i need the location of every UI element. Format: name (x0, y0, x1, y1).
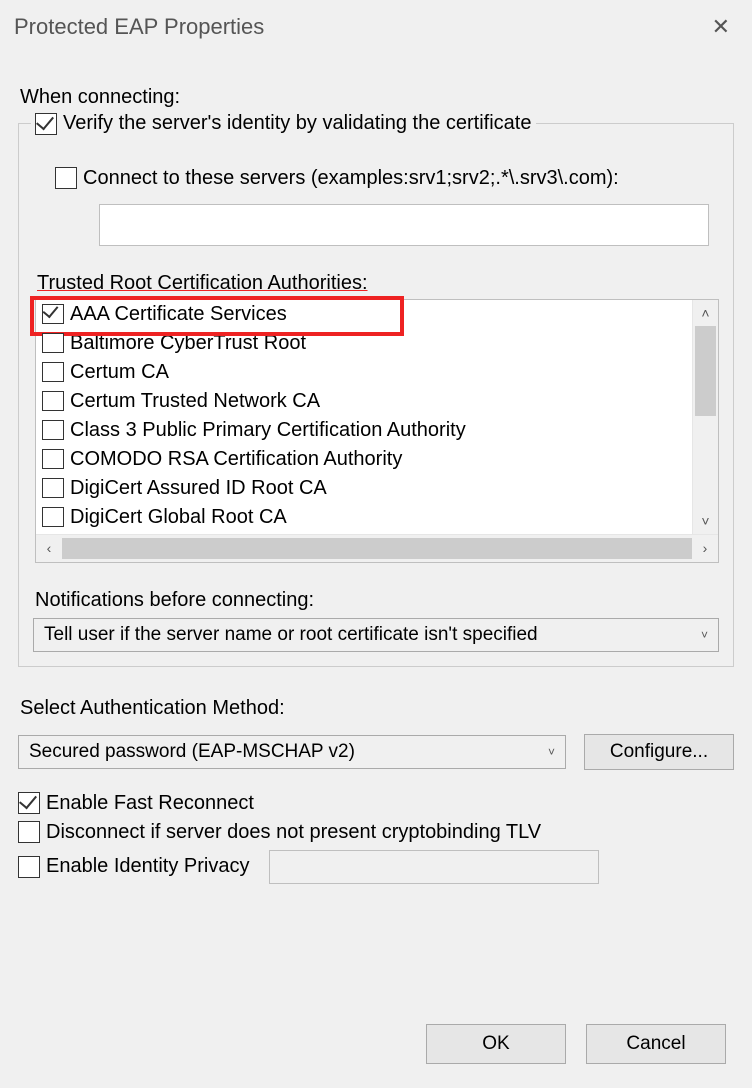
identity-privacy-row[interactable]: Enable Identity Privacy (18, 850, 734, 884)
cryptobinding-label: Disconnect if server does not present cr… (46, 821, 541, 844)
fast-reconnect-label: Enable Fast Reconnect (46, 792, 254, 815)
scroll-right-icon[interactable]: › (692, 535, 718, 562)
hscroll-thumb[interactable] (62, 538, 692, 559)
authority-item[interactable]: Certum CA (36, 358, 688, 387)
fast-reconnect-checkbox[interactable] (18, 792, 40, 814)
authority-label: Baltimore CyberTrust Root (70, 332, 306, 355)
options-group: Enable Fast Reconnect Disconnect if serv… (18, 792, 734, 884)
auth-method-dropdown[interactable]: Secured password (EAP-MSCHAP v2) ˅ (18, 735, 566, 769)
authority-item[interactable]: Baltimore CyberTrust Root (36, 329, 688, 358)
scroll-thumb[interactable] (695, 326, 716, 416)
identity-privacy-label: Enable Identity Privacy (46, 855, 249, 878)
authority-label: COMODO RSA Certification Authority (70, 448, 402, 471)
cryptobinding-row[interactable]: Disconnect if server does not present cr… (18, 821, 734, 844)
dialog-buttons: OK Cancel (426, 1024, 726, 1064)
cryptobinding-checkbox[interactable] (18, 821, 40, 843)
connect-servers-row[interactable]: Connect to these servers (examples:srv1;… (55, 167, 719, 190)
identity-privacy-checkbox[interactable] (18, 856, 40, 878)
cancel-button[interactable]: Cancel (586, 1024, 726, 1064)
authority-label: Certum CA (70, 361, 169, 384)
identity-privacy-input[interactable] (269, 850, 599, 884)
scroll-left-icon[interactable]: ‹ (36, 535, 62, 562)
dialog-content: When connecting: Verify the server's ide… (0, 48, 752, 884)
auth-method-label: Select Authentication Method: (20, 697, 734, 720)
vertical-scrollbar[interactable]: ˄ ˅ (692, 300, 718, 534)
horizontal-scrollbar[interactable]: ‹ › (36, 534, 718, 562)
authority-item[interactable]: DigiCert Global Root CA (36, 503, 688, 532)
authority-label: Class 3 Public Primary Certification Aut… (70, 419, 466, 442)
chevron-down-icon: ˅ (701, 628, 708, 642)
authority-item[interactable]: AAA Certificate Services (36, 300, 688, 329)
chevron-down-icon: ˅ (548, 745, 555, 759)
configure-button[interactable]: Configure... (584, 734, 734, 770)
authority-item[interactable]: DigiCert Assured ID Root CA (36, 474, 688, 503)
connect-servers-checkbox[interactable] (55, 167, 77, 189)
authority-item[interactable]: Certum Trusted Network CA (36, 387, 688, 416)
verify-label: Verify the server's identity by validati… (63, 112, 532, 135)
authority-checkbox[interactable] (42, 449, 64, 469)
authority-checkbox[interactable] (42, 391, 64, 411)
scroll-up-icon[interactable]: ˄ (693, 300, 718, 326)
authority-item[interactable]: COMODO RSA Certification Authority (36, 445, 688, 474)
authority-checkbox[interactable] (42, 420, 64, 440)
connect-servers-input[interactable] (99, 204, 709, 246)
ok-button[interactable]: OK (426, 1024, 566, 1064)
authority-label: AAA Certificate Services (70, 303, 287, 326)
notifications-value: Tell user if the server name or root cer… (44, 624, 538, 646)
window-title: Protected EAP Properties (14, 14, 264, 40)
scroll-down-icon[interactable]: ˅ (693, 508, 718, 534)
close-icon[interactable]: ✕ (704, 10, 738, 44)
fast-reconnect-row[interactable]: Enable Fast Reconnect (18, 792, 734, 815)
authority-checkbox[interactable] (42, 507, 64, 527)
notifications-dropdown[interactable]: Tell user if the server name or root cer… (33, 618, 719, 652)
authorities-list[interactable]: AAA Certificate Services Baltimore CyberT… (35, 299, 719, 563)
authority-label: DigiCert Assured ID Root CA (70, 477, 327, 500)
authority-item[interactable]: Class 3 Public Primary Certification Aut… (36, 416, 688, 445)
auth-method-value: Secured password (EAP-MSCHAP v2) (29, 741, 355, 763)
authority-label: DigiCert Global Root CA (70, 506, 287, 529)
titlebar: Protected EAP Properties ✕ (0, 0, 752, 48)
connect-servers-label: Connect to these servers (examples:srv1;… (83, 167, 619, 190)
trusted-authorities-label: Trusted Root Certification Authorities: (37, 272, 719, 295)
verify-checkbox[interactable] (35, 113, 57, 135)
authority-checkbox[interactable] (42, 478, 64, 498)
authority-checkbox[interactable] (42, 333, 64, 353)
authority-checkbox[interactable] (42, 362, 64, 382)
authority-label: Certum Trusted Network CA (70, 390, 320, 413)
notifications-label: Notifications before connecting: (35, 589, 719, 612)
verify-row[interactable]: Verify the server's identity by validati… (31, 112, 536, 135)
authority-checkbox[interactable] (42, 304, 64, 324)
verify-fieldset: Verify the server's identity by validati… (18, 123, 734, 667)
when-connecting-label: When connecting: (20, 86, 734, 109)
